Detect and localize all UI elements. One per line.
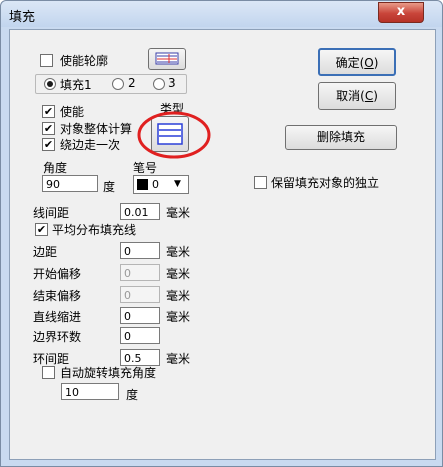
angle-label: 角度 <box>43 161 68 175</box>
outline-checkbox[interactable] <box>40 54 53 67</box>
average-dist-label: 平均分布填充线 <box>52 223 137 237</box>
enable-label: 使能 <box>60 105 85 119</box>
average-dist-checkbox[interactable]: ✔ <box>35 223 48 236</box>
enable-checkbox[interactable]: ✔ <box>42 105 55 118</box>
border-loops-label: 边界环数 <box>33 330 82 344</box>
fill3-radio[interactable] <box>153 78 165 90</box>
keep-fill-label: 保留填充对象的独立 <box>271 176 380 190</box>
margin-unit: 毫米 <box>166 245 191 259</box>
window-title: 填充 <box>9 10 36 25</box>
fill-dialog-window: 填充 x 使能轮廓 填充1 2 3 ✔ 使能 ✔ 对象整体计算 ✔ 绕边走一次 … <box>0 0 443 467</box>
fill1-label: 填充1 <box>60 78 92 92</box>
ok-shortcut: O <box>364 56 374 70</box>
outline-label: 使能轮廓 <box>60 54 109 68</box>
ok-button[interactable]: 确定(O) <box>318 48 396 76</box>
dialog-client-area: 使能轮廓 填充1 2 3 ✔ 使能 ✔ 对象整体计算 ✔ 绕边走一次 类型 角度… <box>9 29 436 460</box>
pen-label: 笔号 <box>133 161 158 175</box>
whole-calc-label: 对象整体计算 <box>60 122 133 136</box>
end-offset-label: 结束偏移 <box>33 289 82 303</box>
auto-rotate-input[interactable]: 10 <box>61 383 119 400</box>
start-offset-unit: 毫米 <box>166 267 191 281</box>
line-reduce-label: 直线缩进 <box>33 310 82 324</box>
start-offset-input: 0 <box>120 264 160 281</box>
ok-label: 确定 <box>335 56 360 70</box>
margin-label: 边距 <box>33 245 58 259</box>
line-spacing-label: 线间距 <box>33 206 70 220</box>
angle-unit: 度 <box>103 180 116 194</box>
whole-calc-checkbox[interactable]: ✔ <box>42 122 55 135</box>
auto-rotate-label: 自动旋转填充角度 <box>60 366 157 380</box>
angle-input[interactable]: 90 <box>42 175 98 192</box>
delete-fill-button[interactable]: 删除填充 <box>285 125 397 150</box>
cancel-button[interactable]: 取消(C) <box>318 82 396 110</box>
margin-input[interactable]: 0 <box>120 242 160 259</box>
line-spacing-input[interactable]: 0.01 <box>120 203 160 220</box>
cancel-label: 取消 <box>336 89 361 103</box>
edge-once-checkbox[interactable]: ✔ <box>42 138 55 151</box>
cancel-shortcut: C <box>364 89 374 103</box>
title-bar[interactable]: 填充 x <box>1 1 442 27</box>
fill2-label: 2 <box>128 76 136 90</box>
close-button[interactable]: x <box>378 2 424 23</box>
fill1-radio[interactable] <box>44 78 56 90</box>
highlight-circle <box>137 111 211 159</box>
start-offset-label: 开始偏移 <box>33 267 82 281</box>
keep-fill-checkbox[interactable] <box>254 176 267 189</box>
auto-rotate-checkbox[interactable] <box>42 366 55 379</box>
outline-style-icon <box>155 52 179 65</box>
border-loops-input[interactable]: 0 <box>120 327 160 344</box>
end-offset-input: 0 <box>120 286 160 303</box>
edge-once-label: 绕边走一次 <box>60 138 121 152</box>
line-spacing-unit: 毫米 <box>166 206 191 220</box>
outline-settings-button[interactable] <box>148 48 186 70</box>
pen-select[interactable]: 0 ▼ <box>133 175 189 194</box>
pen-value: 0 <box>152 178 159 191</box>
loop-spacing-unit: 毫米 <box>166 352 191 366</box>
chevron-down-icon[interactable]: ▼ <box>174 176 181 193</box>
auto-rotate-unit: 度 <box>126 388 139 402</box>
fill3-label: 3 <box>168 76 176 90</box>
fill2-radio[interactable] <box>112 78 124 90</box>
pen-color-swatch <box>137 179 148 190</box>
line-reduce-input[interactable]: 0 <box>120 307 160 324</box>
line-reduce-unit: 毫米 <box>166 310 191 324</box>
end-offset-unit: 毫米 <box>166 289 191 303</box>
